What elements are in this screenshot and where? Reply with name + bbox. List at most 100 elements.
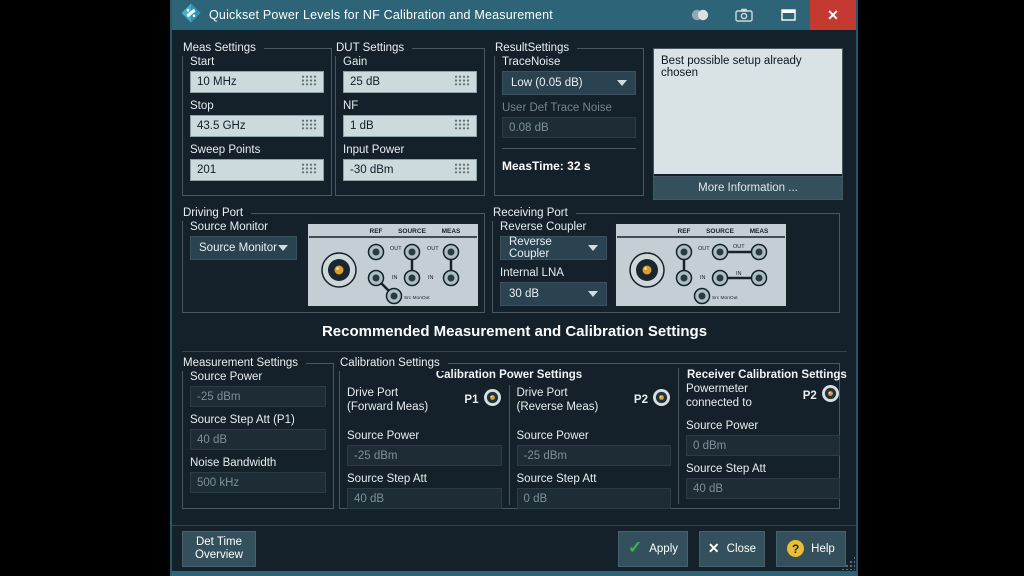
chevron-down-icon (588, 245, 598, 251)
chevron-down-icon (278, 245, 288, 251)
x-icon: ✕ (708, 540, 720, 557)
receiving-port-diagram: REF SOURCE MEAS OUT OUT IN IN (614, 222, 788, 312)
cal-step-att-label: Source Step Att (517, 473, 672, 485)
group-title: Calibration Settings (339, 356, 448, 371)
det-time-overview-button[interactable]: Det Time Overview (182, 531, 256, 567)
svg-text:REF: REF (678, 228, 691, 235)
meas-settings-group: Meas Settings Start 10 MHz Stop 43.5 GHz… (182, 48, 332, 196)
apply-button[interactable]: ✓ Apply (618, 531, 688, 567)
keypad-icon (454, 75, 470, 89)
sweep-points-input[interactable]: 201 (190, 159, 324, 181)
rcv-step-att-value: 40 dB (686, 478, 840, 499)
cal-source-power-label: Source Power (347, 430, 502, 442)
sweep-points-label: Sweep Points (190, 144, 324, 156)
powermeter-connected-label: Powermeter connected to (686, 382, 752, 410)
cal-source-power-label: Source Power (517, 430, 672, 442)
group-title: Meas Settings (182, 41, 264, 56)
window-title: Quickset Power Levels for NF Calibration… (209, 8, 553, 22)
svg-text:Src MonOut: Src MonOut (404, 295, 430, 301)
group-title: DUT Settings (335, 41, 412, 56)
driving-port-diagram: REF SOURCE MEAS OUT OUT IN IN (306, 222, 480, 312)
recommended-heading: Recommended Measurement and Calibration … (182, 323, 847, 340)
source-step-att-label: Source Step Att (P1) (190, 414, 326, 426)
help-button[interactable]: ? Help (776, 531, 846, 567)
gain-value: 25 dB (350, 76, 380, 88)
dialog-body: Meas Settings Start 10 MHz Stop 43.5 GHz… (172, 30, 856, 525)
source-monitor-label: Source Monitor (190, 221, 297, 233)
rcv-source-power-value: 0 dBm (686, 435, 840, 456)
keypad-icon (454, 119, 470, 133)
reverse-coupler-dropdown[interactable]: Reverse Coupler (500, 236, 607, 260)
driving-port-group: Driving Port Source Monitor Source Monit… (182, 213, 485, 313)
input-power-input[interactable]: -30 dBm (343, 159, 477, 181)
receiver-calibration-column: Receiver Calibration Settings Powermeter… (679, 364, 847, 508)
svg-text:SOURCE: SOURCE (398, 228, 426, 235)
svg-text:IN: IN (736, 271, 742, 277)
stop-value: 43.5 GHz (197, 120, 246, 132)
user-def-trace-noise-value: 0.08 dB (509, 122, 549, 134)
source-monitor-value: Source Monitor (199, 242, 277, 254)
stop-input[interactable]: 43.5 GHz (190, 115, 324, 137)
rcv-step-att-label: Source Step Att (686, 463, 840, 475)
internal-lna-dropdown[interactable]: 30 dB (500, 282, 607, 306)
maximize-icon[interactable] (766, 0, 810, 30)
nf-input[interactable]: 1 dB (343, 115, 477, 137)
svg-text:IN: IN (392, 275, 398, 281)
gain-input[interactable]: 25 dB (343, 71, 477, 93)
display-toggle-icon[interactable] (678, 0, 722, 30)
source-power-value: -25 dBm (190, 386, 326, 407)
start-value: 10 MHz (197, 76, 237, 88)
result-separator (502, 148, 636, 149)
svg-text:IN: IN (700, 275, 706, 281)
port-p2-label: P2 (803, 390, 817, 402)
start-label: Start (190, 56, 324, 68)
svg-text:OUT: OUT (733, 244, 745, 250)
reverse-meas-column: Drive Port (Reverse Meas) P2 Sou (510, 381, 679, 509)
user-def-trace-noise-label: User Def Trace Noise (502, 102, 636, 114)
start-input[interactable]: 10 MHz (190, 71, 324, 93)
camera-icon[interactable] (722, 0, 766, 30)
chevron-down-icon (617, 80, 627, 86)
group-title: Driving Port (182, 206, 251, 221)
user-def-trace-noise-field: 0.08 dB (502, 117, 636, 138)
cal-step-att-label: Source Step Att (347, 473, 502, 485)
drive-port-reverse-label: Drive Port (Reverse Meas) (517, 386, 599, 414)
stop-label: Stop (190, 100, 324, 112)
close-icon[interactable]: ✕ (810, 0, 856, 30)
trace-noise-dropdown[interactable]: Low (0.05 dB) (502, 71, 636, 95)
svg-text:REF: REF (370, 228, 383, 235)
noise-bandwidth-value: 500 kHz (190, 472, 326, 493)
rs-logo-icon (181, 3, 201, 28)
port-connector-icon (821, 384, 840, 408)
svg-text:OUT: OUT (427, 246, 439, 252)
close-button[interactable]: ✕ Close (699, 531, 765, 567)
more-information-button[interactable]: More Information ... (654, 176, 842, 199)
internal-lna-value: 30 dB (509, 288, 539, 300)
source-monitor-dropdown[interactable]: Source Monitor (190, 236, 297, 260)
forward-meas-column: Drive Port (Forward Meas) P1 Sou (340, 381, 509, 509)
group-title: Measurement Settings (182, 356, 306, 371)
keypad-icon (454, 163, 470, 177)
big-connector-icon (630, 253, 664, 287)
keypad-icon (301, 163, 317, 177)
port-connector-icon (652, 388, 671, 412)
port-connector-icon (483, 388, 502, 412)
measurement-settings-group: Measurement Settings Source Power -25 dB… (182, 363, 334, 509)
svg-text:MEAS: MEAS (442, 228, 461, 235)
port-p1-label: P1 (464, 394, 478, 406)
cal-source-power-value: -25 dBm (347, 445, 502, 466)
sweep-points-value: 201 (197, 164, 216, 176)
keypad-icon (301, 75, 317, 89)
gain-label: Gain (343, 56, 477, 68)
svg-text:IN: IN (428, 275, 434, 281)
group-title: ResultSettings (494, 41, 577, 56)
meas-time-text: MeasTime: 32 s (502, 159, 636, 173)
check-icon: ✓ (628, 538, 642, 558)
question-icon: ? (787, 540, 804, 557)
titlebar: Quickset Power Levels for NF Calibration… (172, 0, 856, 30)
svg-text:Src MonOut: Src MonOut (712, 295, 738, 301)
nf-value: 1 dB (350, 120, 374, 132)
rcv-source-power-label: Source Power (686, 420, 840, 432)
reverse-coupler-value: Reverse Coupler (509, 236, 588, 260)
svg-text:MEAS: MEAS (750, 228, 769, 235)
